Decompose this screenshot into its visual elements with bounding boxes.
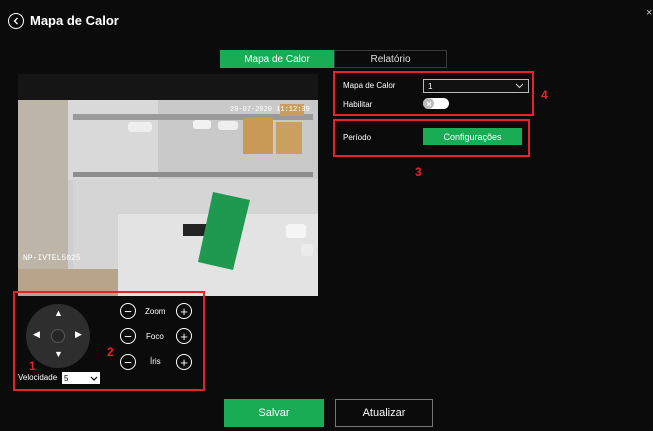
zoom-out-icon[interactable]: −: [120, 303, 136, 319]
refresh-button[interactable]: Atualizar: [335, 399, 433, 427]
iris-label: Íris: [150, 357, 161, 366]
chevron-down-icon: [90, 376, 98, 381]
callout-4: 4: [541, 88, 548, 102]
tab-report[interactable]: Relatório: [334, 50, 447, 68]
tab-heatmap[interactable]: Mapa de Calor: [220, 50, 334, 68]
focus-plus-icon[interactable]: +: [176, 328, 192, 344]
zoom-in-icon[interactable]: +: [176, 303, 192, 319]
ptz-down-icon[interactable]: ▼: [54, 350, 63, 359]
callout-1: 1: [29, 359, 36, 373]
period-label: Período: [343, 133, 372, 142]
heatmap-settings-callout-box: [333, 71, 534, 116]
iris-minus-icon[interactable]: −: [120, 354, 136, 370]
video-overlay-text: NP-IVTEL5025: [23, 254, 81, 263]
enable-label: Habilitar: [343, 100, 373, 109]
ptz-up-icon[interactable]: ▲: [54, 309, 63, 318]
ptz-center-button[interactable]: [51, 329, 65, 343]
configurations-button[interactable]: Configurações: [423, 128, 522, 145]
heatmap-select[interactable]: 1: [423, 79, 529, 93]
ptz-left-icon[interactable]: ◀: [33, 330, 40, 339]
callout-2: 2: [107, 345, 114, 359]
toggle-off-icon: [423, 98, 434, 109]
camera-preview: NP-IVTEL5025 20-07-2020 11:12:39: [18, 74, 318, 296]
save-button[interactable]: Salvar: [224, 399, 324, 427]
zoom-label: Zoom: [145, 307, 166, 316]
chevron-down-icon: [515, 83, 524, 89]
ptz-right-icon[interactable]: ▶: [75, 330, 82, 339]
video-timestamp: 20-07-2020 11:12:39: [230, 106, 310, 114]
speed-select[interactable]: 5: [62, 372, 100, 384]
speed-value: 5: [64, 373, 69, 383]
focus-label: Foco: [146, 332, 164, 341]
back-icon[interactable]: [8, 13, 24, 29]
close-icon[interactable]: ×: [646, 7, 652, 19]
iris-plus-icon[interactable]: +: [176, 354, 192, 370]
focus-minus-icon[interactable]: −: [120, 328, 136, 344]
callout-3: 3: [415, 165, 422, 179]
page-title: Mapa de Calor: [30, 13, 119, 28]
heatmap-label: Mapa de Calor: [343, 81, 396, 90]
speed-label: Velocidade: [18, 373, 58, 382]
heatmap-select-value: 1: [428, 81, 433, 91]
